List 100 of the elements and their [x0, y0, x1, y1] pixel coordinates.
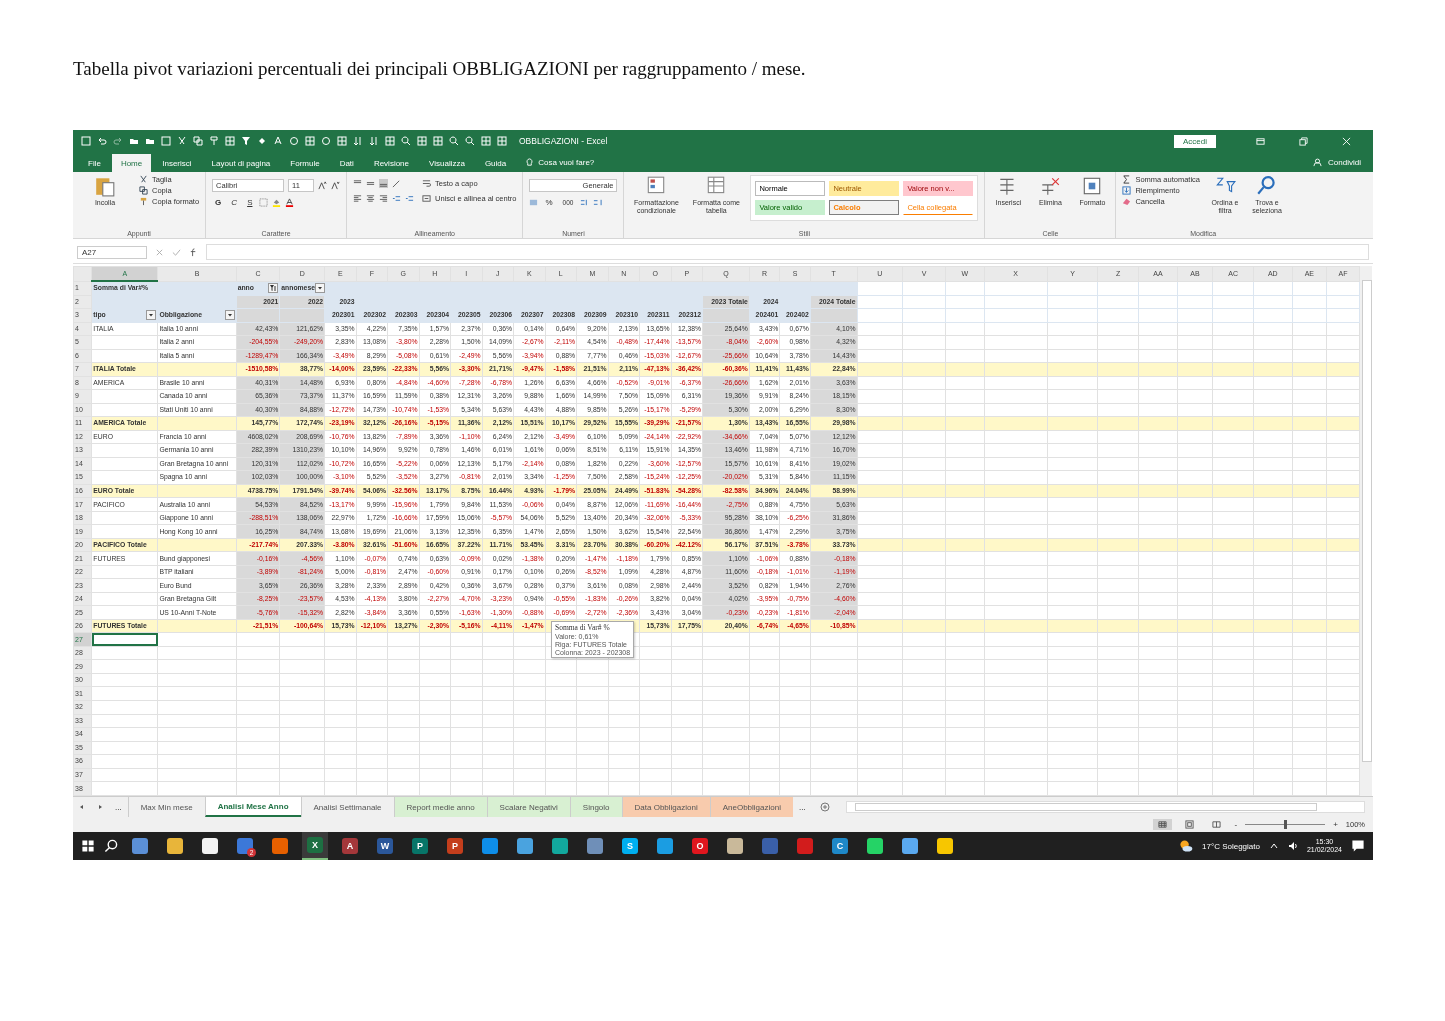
- name-box[interactable]: A27: [77, 245, 147, 259]
- align-center-icon[interactable]: [366, 194, 376, 203]
- scissors-icon[interactable]: [177, 136, 187, 146]
- taskbar-button[interactable]: C: [827, 832, 853, 860]
- search-icon[interactable]: [104, 839, 118, 853]
- fill-icon[interactable]: [257, 136, 267, 146]
- sheet-tab[interactable]: AneObbligazioni: [709, 797, 793, 817]
- grid-icon[interactable]: [337, 136, 347, 146]
- weather-icon: [1179, 839, 1194, 853]
- lightbulb-icon: [525, 158, 535, 167]
- italic-button[interactable]: C: [228, 198, 241, 207]
- ribbon-display-icon[interactable]: [1256, 136, 1265, 146]
- shrink-font-icon[interactable]: [331, 181, 341, 190]
- undo-icon[interactable]: [97, 136, 107, 146]
- check-icon[interactable]: [172, 247, 181, 257]
- filter-button[interactable]: [268, 283, 279, 293]
- more-sheets-button[interactable]: ...: [109, 797, 128, 817]
- decrease-indent-icon[interactable]: [392, 194, 402, 203]
- circle-icon[interactable]: [321, 136, 331, 146]
- percent-button[interactable]: %: [542, 198, 556, 207]
- add-sheet-icon[interactable]: [819, 802, 830, 812]
- filter-icon[interactable]: [241, 136, 251, 146]
- grid-icon[interactable]: [433, 136, 443, 146]
- brush-icon: [139, 197, 148, 206]
- share-button[interactable]: Condividi: [1326, 158, 1367, 172]
- sort-icon[interactable]: [369, 136, 379, 146]
- align-bottom-icon[interactable]: [379, 179, 389, 188]
- sheet-tab[interactable]: Data Obbligazioni: [621, 797, 710, 817]
- dropdown-button[interactable]: [146, 310, 157, 321]
- ribbon-tab[interactable]: Dati: [330, 154, 363, 172]
- grid-icon[interactable]: [225, 136, 235, 146]
- dropdown-button[interactable]: [314, 283, 325, 293]
- sort-icon[interactable]: [353, 136, 363, 146]
- clipboard-icon[interactable]: [94, 175, 116, 197]
- ribbon-tab[interactable]: Revisione: [364, 154, 418, 172]
- grid-icon[interactable]: [417, 136, 427, 146]
- font-color-icon[interactable]: [285, 198, 295, 207]
- notifications-icon[interactable]: [1351, 839, 1365, 853]
- sheet-tab[interactable]: Scalare Negativi: [486, 797, 570, 817]
- app-icon: W: [377, 838, 393, 854]
- ribbon-tab[interactable]: Layout di pagina: [202, 154, 280, 172]
- more-sheets-button[interactable]: ...: [792, 797, 812, 817]
- redo-icon[interactable]: [113, 136, 123, 146]
- restore-icon[interactable]: [1299, 136, 1308, 146]
- zoom-slider-thumb[interactable]: [1284, 820, 1288, 829]
- taskbar-button[interactable]: X: [302, 832, 328, 860]
- sheet-tab[interactable]: Analisi Mese Anno: [204, 797, 301, 817]
- align-left-icon[interactable]: [353, 194, 363, 203]
- taskbar-button[interactable]: P: [442, 832, 468, 860]
- delete-cells-icon[interactable]: [1039, 175, 1062, 197]
- sheet-tab[interactable]: Report medie anno: [393, 797, 487, 817]
- ribbon-tab[interactable]: Visualizza: [420, 154, 474, 172]
- close-icon[interactable]: [1342, 136, 1351, 146]
- dropdown-button[interactable]: [224, 310, 235, 321]
- zoom-in-button[interactable]: +: [1333, 820, 1338, 829]
- caret-icon: [315, 284, 324, 292]
- align-middle-icon[interactable]: [366, 179, 376, 188]
- orientation-icon[interactable]: [392, 179, 402, 188]
- circle-icon[interactable]: [289, 136, 299, 146]
- ribbon-tab[interactable]: Guida: [475, 154, 516, 172]
- grid-icon[interactable]: [305, 136, 315, 146]
- bold-button[interactable]: G: [212, 198, 225, 207]
- selected-cell[interactable]: [91, 632, 158, 647]
- previous-sheet-icon[interactable]: [78, 803, 86, 811]
- sheet-tab[interactable]: Singolo: [569, 797, 622, 817]
- normal-view-icon[interactable]: [1153, 819, 1173, 830]
- align-right-icon[interactable]: [379, 194, 389, 203]
- grow-font-icon[interactable]: [318, 181, 328, 190]
- underline-button[interactable]: S: [244, 198, 256, 207]
- grid-icon[interactable]: [497, 136, 507, 146]
- function-icon[interactable]: [189, 247, 198, 257]
- ribbon-tab[interactable]: Formule: [281, 154, 329, 172]
- taskbar-button[interactable]: W: [372, 832, 398, 860]
- copy-icon[interactable]: [193, 136, 203, 146]
- app-icon: P: [412, 838, 428, 854]
- ribbon-tab[interactable]: File: [79, 154, 110, 172]
- ribbon-tab[interactable]: Home: [111, 154, 152, 172]
- sign-in-button[interactable]: Accedi: [1174, 134, 1216, 148]
- taskbar-button[interactable]: A: [337, 832, 363, 860]
- ribbon-tab[interactable]: Inserisci: [153, 154, 201, 172]
- weather-text[interactable]: 17°C Soleggiato: [1202, 841, 1260, 851]
- zoom-out-button[interactable]: -: [1234, 820, 1238, 829]
- brush-icon[interactable]: [209, 136, 219, 146]
- chevron-up-icon[interactable]: [1268, 841, 1279, 851]
- increase-indent-icon[interactable]: [405, 194, 415, 203]
- windows-logo-icon[interactable]: [81, 839, 95, 853]
- taskbar-button[interactable]: O: [687, 832, 713, 860]
- grid-icon[interactable]: [481, 136, 491, 146]
- tell-me-field[interactable]: Cosa vuoi fare?: [538, 158, 595, 172]
- fill-color-icon[interactable]: [272, 198, 282, 207]
- app-icon: O: [692, 838, 708, 854]
- grid-icon[interactable]: [385, 136, 395, 146]
- merge-icon: [422, 194, 432, 203]
- increase-decimal-icon[interactable]: [580, 198, 590, 207]
- taskbar-button[interactable]: P: [407, 832, 433, 860]
- speaker-icon[interactable]: [1287, 841, 1298, 851]
- next-sheet-icon[interactable]: [96, 803, 104, 811]
- font-icon[interactable]: [273, 136, 283, 146]
- decrease-decimal-icon[interactable]: [593, 198, 603, 207]
- formula-input[interactable]: [206, 244, 1369, 260]
